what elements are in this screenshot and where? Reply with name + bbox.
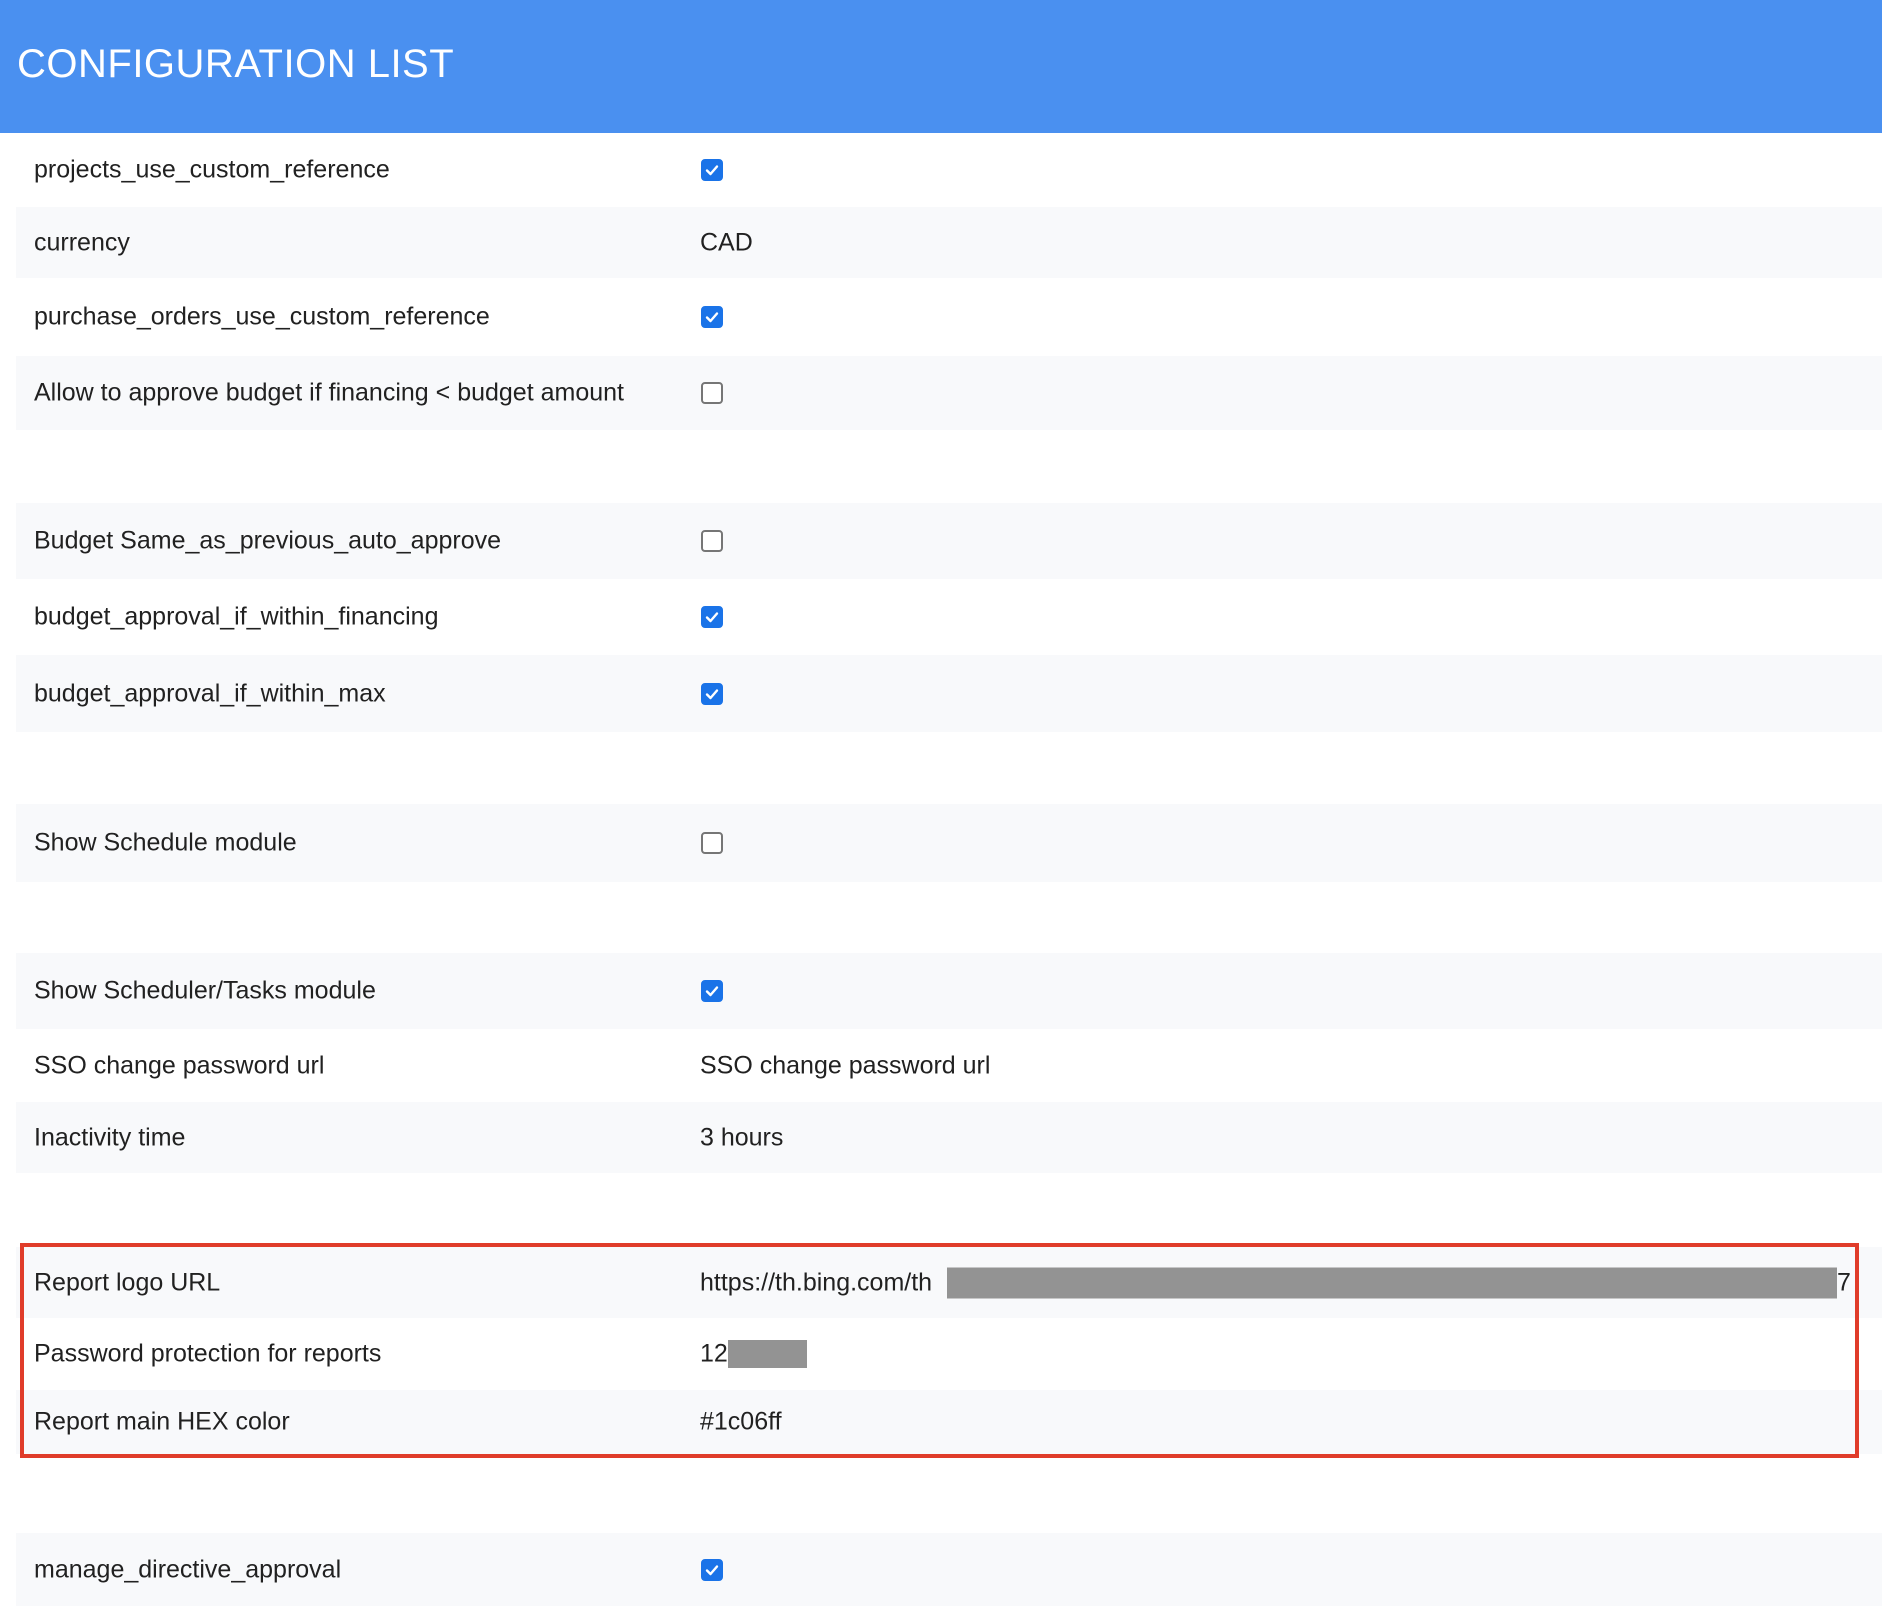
- checkbox-show-scheduler-tasks-module[interactable]: [701, 980, 723, 1002]
- config-value-currency: CAD: [700, 228, 753, 256]
- config-row-purchase-orders-use-custom-reference: purchase_orders_use_custom_reference: [16, 278, 1882, 356]
- checkbox-budget-approval-if-within-max[interactable]: [701, 682, 723, 705]
- app-header: CONFIGURATION LIST: [0, 0, 1882, 133]
- config-label: Report main HEX color: [34, 1407, 290, 1436]
- config-label: projects_use_custom_reference: [34, 155, 390, 184]
- config-row-currency: currency CAD: [16, 207, 1882, 278]
- redaction-bar: [728, 1340, 807, 1368]
- config-label: purchase_orders_use_custom_reference: [34, 302, 490, 331]
- config-label: Inactivity time: [34, 1123, 186, 1151]
- checkbox-budget-same-as-previous-auto-approve[interactable]: [701, 530, 723, 552]
- config-label: Budget Same_as_previous_auto_approve: [34, 526, 502, 555]
- config-row-projects-use-custom-reference: projects_use_custom_reference: [16, 133, 1882, 207]
- config-label: Report logo URL: [34, 1268, 221, 1296]
- config-label: SSO change password url: [34, 1051, 325, 1079]
- config-label: currency: [34, 228, 130, 256]
- config-row-report-logo-url: Report logo URL https://th.bing.com/th 7: [16, 1247, 1882, 1318]
- config-row-show-scheduler-tasks-module: Show Scheduler/Tasks module: [16, 953, 1882, 1029]
- checkbox-projects-use-custom-reference[interactable]: [701, 159, 723, 181]
- config-value-report-main-hex-color: #1c06ff: [700, 1407, 782, 1436]
- config-row-allow-approve-budget: Allow to approve budget if financing < b…: [16, 356, 1882, 430]
- config-label: manage_directive_approval: [34, 1555, 342, 1583]
- config-value-report-logo-url: https://th.bing.com/th: [700, 1268, 933, 1296]
- config-value-report-logo-url-tail: 7: [1837, 1268, 1851, 1296]
- config-row-password-protection-for-reports: Password protection for reports 12: [16, 1318, 1882, 1390]
- config-row-sso-change-password-url: SSO change password url SSO change passw…: [16, 1029, 1882, 1102]
- config-label: Show Scheduler/Tasks module: [34, 976, 376, 1005]
- config-row-show-schedule-module: Show Schedule module: [16, 804, 1882, 882]
- config-row-budget-same-as-previous-auto-approve: Budget Same_as_previous_auto_approve: [16, 503, 1882, 579]
- config-label: Password protection for reports: [34, 1339, 382, 1368]
- config-value-sso-change-password-url: SSO change password url: [700, 1051, 991, 1079]
- config-value-password-protection: 12: [700, 1339, 728, 1368]
- config-label: Allow to approve budget if financing < b…: [34, 378, 624, 407]
- config-value-inactivity-time: 3 hours: [700, 1123, 784, 1151]
- config-row-budget-approval-if-within-financing: budget_approval_if_within_financing: [16, 579, 1882, 655]
- config-row-report-main-hex-color: Report main HEX color #1c06ff: [16, 1390, 1882, 1454]
- config-row-manage-directive-approval: manage_directive_approval: [16, 1533, 1882, 1606]
- page-title: CONFIGURATION LIST: [17, 42, 455, 86]
- redaction-bar: [947, 1267, 1837, 1298]
- config-label: Show Schedule module: [34, 828, 297, 857]
- checkbox-manage-directive-approval[interactable]: [701, 1558, 723, 1581]
- checkbox-allow-approve-budget[interactable]: [701, 382, 723, 404]
- checkbox-purchase-orders-use-custom-reference[interactable]: [701, 306, 723, 328]
- config-row-budget-approval-if-within-max: budget_approval_if_within_max: [16, 655, 1882, 732]
- config-label: budget_approval_if_within_max: [34, 679, 386, 707]
- config-row-inactivity-time: Inactivity time 3 hours: [16, 1102, 1882, 1173]
- checkbox-budget-approval-if-within-financing[interactable]: [701, 606, 723, 628]
- checkbox-show-schedule-module[interactable]: [701, 832, 723, 854]
- config-label: budget_approval_if_within_financing: [34, 602, 439, 631]
